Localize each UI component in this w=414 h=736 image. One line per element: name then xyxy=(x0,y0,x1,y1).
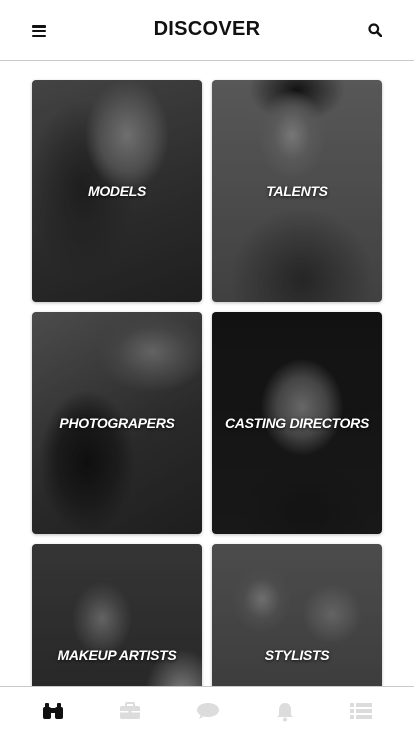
category-label: CASTING DIRECTORS xyxy=(225,415,369,431)
chat-bubble-icon xyxy=(197,703,219,719)
category-card-photographers[interactable]: PHOTOGRAPERS xyxy=(32,312,202,534)
tab-jobs[interactable] xyxy=(100,687,160,736)
category-label: STYLISTS xyxy=(264,647,330,663)
page-title: DISCOVER xyxy=(153,18,261,40)
category-card-models[interactable]: MODELS xyxy=(32,80,202,302)
tab-discover[interactable] xyxy=(23,687,83,736)
briefcase-icon xyxy=(120,702,140,719)
search-icon[interactable] xyxy=(368,23,383,38)
category-label: TALENTS xyxy=(266,183,328,199)
bottom-tab-bar xyxy=(0,686,414,736)
tab-menu[interactable] xyxy=(331,687,391,736)
category-label: MODELS xyxy=(87,183,147,199)
header: DISCOVER xyxy=(0,0,414,61)
tab-notifications[interactable] xyxy=(255,687,315,736)
binoculars-icon xyxy=(43,703,63,719)
category-card-casting-directors[interactable]: CASTING DIRECTORS xyxy=(212,312,382,534)
category-label: PHOTOGRAPERS xyxy=(59,415,175,431)
bell-icon xyxy=(277,703,293,722)
category-card-talents[interactable]: TALENTS xyxy=(212,80,382,302)
tab-messages[interactable] xyxy=(178,687,238,736)
category-label: MAKEUP ARTISTS xyxy=(57,647,177,663)
list-icon xyxy=(350,703,372,719)
